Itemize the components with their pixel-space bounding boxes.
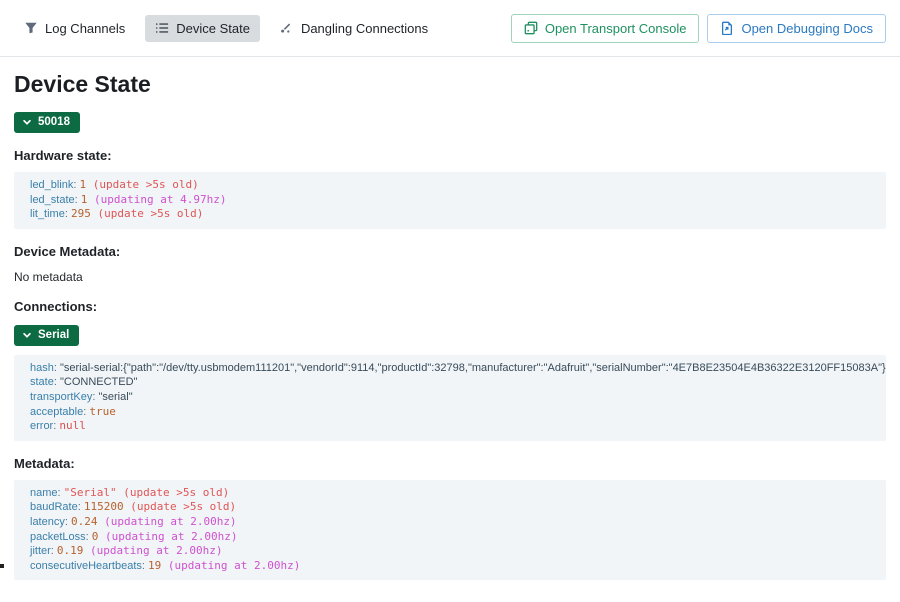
kv-row: led_blink: 1 (update >5s old) [30,178,886,193]
kv-value: 115200 [84,500,124,513]
document-open-icon [720,21,734,35]
connection-serial-toggle[interactable]: Serial [14,325,79,346]
connection-info-box: hash: "serial-serial:{"path":"/dev/tty.u… [14,355,886,441]
tab-log-channels[interactable]: Log Channels [14,15,135,42]
kv-annotation: (updating at 2.00hz) [97,515,236,528]
hardware-state-box: led_blink: 1 (update >5s old)led_state: … [14,172,886,229]
kv-row: transportKey: "serial" [30,390,886,405]
kv-key: led_blink [30,179,73,191]
screen-artifact [0,564,4,568]
tab-label: Dangling Connections [301,21,428,36]
connections-heading: Connections: [14,299,886,314]
hardware-state-heading: Hardware state: [14,148,886,163]
kv-value: "serial" [99,391,133,403]
kv-row: latency: 0.24 (updating at 2.00hz) [30,515,886,530]
kv-key: led_state [30,194,75,206]
kv-key: transportKey [30,391,92,403]
kv-key: jitter [30,545,51,557]
top-toolbar: Log Channels Device State [0,0,900,57]
kv-row: hash: "serial-serial:{"path":"/dev/tty.u… [30,361,886,376]
connection-label: Serial [38,329,69,341]
kv-value: "Serial" [64,486,117,499]
kv-annotation: (update >5s old) [86,178,199,191]
device-state-panel: Device State 50018 Hardware state: led_b… [0,57,900,580]
main-panel: Log Channels Device State [0,0,900,602]
kv-row: baudRate: 115200 (update >5s old) [30,500,886,515]
kv-value: "serial-serial:{"path":"/dev/tty.usbmode… [60,362,886,374]
kv-row: led_state: 1 (updating at 4.97hz) [30,193,886,208]
kv-annotation: (update >5s old) [117,486,230,499]
kv-row: error: null [30,419,886,434]
kv-key: acceptable [30,406,83,418]
kv-value: 0.24 [71,515,98,528]
kv-key: packetLoss [30,531,86,543]
kv-value: 295 [71,207,91,220]
filter-icon [24,21,38,35]
device-id-toggle[interactable]: 50018 [14,112,80,133]
kv-value: null [59,419,86,432]
kv-row: acceptable: true [30,405,886,420]
open-debugging-docs-button[interactable]: Open Debugging Docs [707,14,886,43]
device-id-label: 50018 [38,116,70,128]
button-label: Open Debugging Docs [741,21,873,36]
toolbar-actions: Open Transport Console Open Debugging Do… [511,14,886,43]
no-metadata-text: No metadata [14,270,886,284]
tab-device-state[interactable]: Device State [145,15,260,42]
kv-value: 19 [148,559,161,572]
kv-value: true [89,405,116,418]
page-title: Device State [14,71,886,98]
kv-annotation: (updating at 4.97hz) [87,193,226,206]
kv-annotation: (update >5s old) [91,207,204,220]
kv-row: packetLoss: 0 (updating at 2.00hz) [30,530,886,545]
chevron-down-icon [22,330,32,340]
kv-row: lit_time: 295 (update >5s old) [30,207,886,222]
kv-key: error [30,420,53,432]
kv-key: state [30,376,54,388]
tab-label: Device State [176,21,250,36]
kv-row: state: "CONNECTED" [30,375,886,390]
kv-key: consecutiveHeartbeats [30,560,142,572]
kv-value: 0.19 [57,544,84,557]
list-icon [155,21,169,35]
button-label: Open Transport Console [545,21,687,36]
kv-key: lit_time [30,208,65,220]
connection-metadata-box: name: "Serial" (update >5s old)baudRate:… [14,480,886,581]
kv-row: consecutiveHeartbeats: 19 (updating at 2… [30,559,886,574]
duplicate-icon [524,21,538,35]
kv-annotation: (updating at 2.00hz) [98,530,237,543]
connection-metadata-heading: Metadata: [14,456,886,471]
chevron-down-icon [22,117,32,127]
kv-row: jitter: 0.19 (updating at 2.00hz) [30,544,886,559]
kv-row: name: "Serial" (update >5s old) [30,486,886,501]
kv-key: hash [30,362,54,374]
view-tabs: Log Channels Device State [14,15,438,42]
device-metadata-heading: Device Metadata: [14,244,886,259]
kv-key: name [30,487,58,499]
kv-annotation: (updating at 2.00hz) [161,559,300,572]
tab-dangling-connections[interactable]: Dangling Connections [270,15,438,42]
dangling-connections-icon [280,21,294,35]
kv-annotation: (updating at 2.00hz) [83,544,222,557]
kv-annotation: (update >5s old) [124,500,237,513]
tab-label: Log Channels [45,21,125,36]
kv-value: "CONNECTED" [60,376,137,388]
kv-key: latency [30,516,65,528]
kv-key: baudRate [30,501,78,513]
open-transport-console-button[interactable]: Open Transport Console [511,14,700,43]
